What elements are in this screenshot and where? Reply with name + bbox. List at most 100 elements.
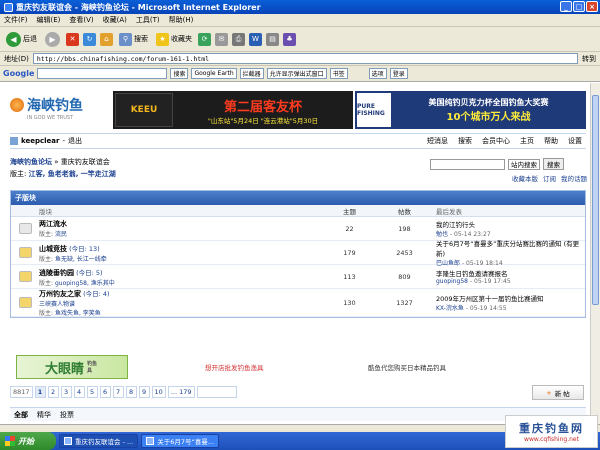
sub-subforum-link[interactable]: 三峡赛人物谱	[39, 299, 322, 308]
last-post-title[interactable]: 关于6月7号“喜曼多”重庆分站赛比赛的通知 (有更新)	[436, 238, 585, 258]
homepage-link[interactable]: 主页	[520, 136, 534, 146]
taskbar-item[interactable]: 关于6月7号“喜曼...	[141, 434, 220, 448]
menu-help[interactable]: 帮助(H)	[169, 15, 194, 25]
tab-digest[interactable]: 精华	[37, 410, 51, 420]
my-topics-link[interactable]: 我的话题	[561, 173, 587, 183]
refresh-icon[interactable]: ↻	[83, 32, 96, 46]
username-link[interactable]: keepclear	[21, 137, 59, 145]
forward-button[interactable]: ▶	[43, 31, 62, 48]
pm-link[interactable]: 短消息	[427, 136, 448, 146]
menu-view[interactable]: 查看(V)	[69, 15, 93, 25]
page-link[interactable]: 10	[151, 386, 166, 398]
subforum-header[interactable]: 子版块	[11, 191, 585, 205]
menu-tools[interactable]: 工具(T)	[136, 15, 160, 25]
google-search-button[interactable]: 搜索	[170, 68, 189, 79]
page-link[interactable]: 1	[34, 386, 46, 398]
page-link[interactable]: 7	[112, 386, 124, 398]
japan-gear-ad-link[interactable]: 酷鱼代您购买日本精品钓具	[368, 362, 446, 372]
subforum-moderators[interactable]: 鱼无缺, 长江一线牵	[55, 256, 107, 263]
minimize-button[interactable]: _	[560, 1, 572, 12]
close-button[interactable]: ×	[586, 1, 598, 12]
moderator-names[interactable]: 江客, 鱼老老翁, 一竿走江湖	[29, 170, 116, 178]
new-post-button[interactable]: + 新 帖	[532, 385, 584, 400]
last-post-title[interactable]: 2009年万州区第十一届钓鱼比赛通知	[436, 293, 585, 303]
page-link[interactable]: 5	[86, 386, 98, 398]
home-icon[interactable]: ⌂	[100, 32, 113, 46]
favorites-button[interactable]: ★ 收藏夹	[154, 32, 194, 47]
page-scrollbar[interactable]	[590, 83, 600, 424]
blocker-button[interactable]: 拦截器	[239, 68, 264, 79]
big-eye-ad[interactable]: 大眼睛 钓鱼具	[16, 355, 128, 379]
scrollbar-thumb[interactable]	[592, 95, 599, 305]
start-button[interactable]: 开始	[0, 432, 56, 450]
page-link[interactable]: 2	[47, 386, 59, 398]
google-search-input[interactable]	[37, 68, 168, 79]
popup-button[interactable]: 允许显示弹出式窗口	[266, 68, 327, 79]
menu-file[interactable]: 文件(F)	[4, 15, 28, 25]
menu-favorites[interactable]: 收藏(A)	[103, 15, 127, 25]
google-earth-button[interactable]: Google Earth	[191, 68, 237, 79]
google-logo: Google	[3, 69, 35, 78]
big-eye-ad-subtext: 钓鱼具	[87, 361, 98, 374]
help-link[interactable]: 帮助	[544, 136, 558, 146]
last-post-author[interactable]: 巴山鱼郎	[436, 260, 460, 267]
subforum-name[interactable]: 万州钓友之家	[39, 290, 81, 298]
subforum-name[interactable]: 山城竞技	[39, 245, 67, 253]
last-post-author[interactable]: 勉也	[436, 231, 448, 238]
star-icon: ★	[156, 32, 169, 46]
mail-icon[interactable]: ✉	[215, 32, 228, 46]
login-button[interactable]: 登录	[389, 68, 408, 79]
window-title: 重庆钓友联谊会 - 海峡钓鱼论坛 - Microsoft Internet Ex…	[16, 2, 261, 12]
last-post-title[interactable]: 李隆生日钓鱼邀请赛报名	[436, 268, 585, 278]
last-post-author[interactable]: guoping58	[436, 278, 468, 285]
forum-search-button[interactable]: 搜索	[543, 158, 564, 170]
page-jump-input[interactable]	[196, 386, 237, 398]
subforum-moderators[interactable]: guoping58, 渔乐其中	[55, 280, 115, 287]
site-watermark: 重庆钓鱼网 www.cqfishing.net	[505, 415, 598, 448]
subscribe-link[interactable]: 订阅	[543, 173, 556, 183]
search-link[interactable]: 搜索	[458, 136, 472, 146]
page-link[interactable]: 3	[60, 386, 72, 398]
last-post-title[interactable]: 我的江钓行头	[436, 219, 585, 229]
history-icon[interactable]: ⟳	[198, 32, 211, 46]
messenger-icon[interactable]: ♣	[283, 32, 296, 46]
word-icon[interactable]: W	[249, 32, 262, 46]
stop-icon[interactable]: ✕	[66, 32, 79, 46]
taskbar-item[interactable]: 重庆钓友联谊会 - ...	[59, 434, 139, 448]
back-button[interactable]: ◀ 后退	[4, 31, 39, 48]
print-icon[interactable]: ⎙	[232, 32, 245, 46]
options-button[interactable]: 选项	[368, 68, 387, 79]
subforum-name[interactable]: 逍陵垂钓园	[39, 269, 74, 277]
site-logo[interactable]: 海峡钓鱼 IN GOD WE TRUST	[10, 95, 105, 127]
discuss-icon[interactable]: ▤	[266, 32, 279, 46]
address-input[interactable]: http://bbs.chinafishing.com/forum-161-1.…	[32, 53, 578, 64]
forum-status-icon	[18, 223, 32, 234]
page-link[interactable]: 4	[73, 386, 85, 398]
search-scope-select[interactable]: 站内搜索	[508, 158, 540, 170]
member-center-link[interactable]: 会员中心	[482, 136, 510, 146]
forum-actions: 收藏本版 订阅 我的话题	[512, 173, 587, 183]
page-link[interactable]: 8	[125, 386, 137, 398]
wholesale-ad-link[interactable]: 想开店批发钓鱼渔具	[205, 362, 264, 372]
page-link-last[interactable]: ... 179	[167, 386, 195, 398]
subforum-moderators[interactable]: 流民	[55, 231, 67, 238]
search-button[interactable]: ⚲ 搜索	[117, 32, 150, 47]
settings-link[interactable]: 设置	[568, 136, 582, 146]
tab-all[interactable]: 全部	[14, 410, 28, 420]
page-link[interactable]: 9	[138, 386, 150, 398]
menu-edit[interactable]: 编辑(E)	[37, 15, 61, 25]
tab-poll[interactable]: 投票	[60, 410, 74, 420]
keeu-ad-banner[interactable]: KEEU 第二届客友杯 "山东站"5月24日 "连云港站"5月30日	[113, 91, 353, 129]
forum-search-input[interactable]	[430, 158, 505, 170]
breadcrumb-home[interactable]: 海峡钓鱼论坛	[10, 158, 52, 166]
pure-fishing-ad-banner[interactable]: PURE FISHING 美国纯钓贝克力杯全国钓鱼大奖赛 10个城市万人来战	[355, 91, 586, 129]
last-post-author[interactable]: KX-浣水鱼	[436, 305, 464, 312]
maximize-button[interactable]: □	[573, 1, 585, 12]
bookmark-forum-link[interactable]: 收藏本版	[512, 173, 538, 183]
page-link[interactable]: 6	[99, 386, 111, 398]
logout-link[interactable]: 退出	[68, 136, 82, 146]
go-button[interactable]: 转到	[582, 54, 600, 64]
subforum-name[interactable]: 两江流水	[39, 220, 67, 228]
subforum-moderators[interactable]: 鱼戏失鱼, 李笑鱼	[55, 310, 101, 317]
bookmarks-button[interactable]: 书签	[329, 68, 348, 79]
